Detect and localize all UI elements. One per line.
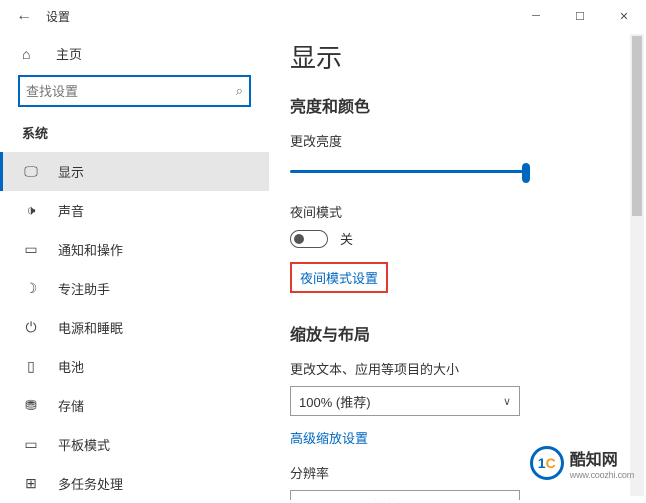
sidebar-item-label: 电池 <box>58 357 84 376</box>
maximize-button[interactable]: ☐ <box>558 0 602 32</box>
toggle-state: 关 <box>340 229 353 248</box>
sidebar-item-label: 存储 <box>58 396 84 415</box>
resolution-select[interactable]: 1366 × 768 (推荐) ∨ <box>290 490 520 500</box>
sidebar-item-multitask[interactable]: ⊞ 多任务处理 <box>0 464 269 503</box>
slider-thumb[interactable] <box>522 163 530 183</box>
window-title: 设置 <box>46 8 70 25</box>
display-icon: 🖵 <box>22 163 40 180</box>
close-button[interactable]: ✕ <box>602 0 646 32</box>
notifications-icon: ▭ <box>22 241 40 258</box>
toggle-knob <box>294 234 304 244</box>
sidebar-item-label: 声音 <box>58 201 84 220</box>
home-icon: ⌂ <box>22 46 38 62</box>
power-icon: ⏻ <box>22 319 40 336</box>
home-link[interactable]: ⌂ 主页 <box>0 36 269 75</box>
brightness-label: 更改亮度 <box>290 131 646 150</box>
night-mode-settings-link[interactable]: 夜间模式设置 <box>300 268 378 287</box>
sidebar-item-tablet[interactable]: ▭ 平板模式 <box>0 425 269 464</box>
scrollbar-thumb[interactable] <box>632 36 642 216</box>
sidebar-item-storage[interactable]: ⛃ 存储 <box>0 386 269 425</box>
sidebar-item-battery[interactable]: ▯ 电池 <box>0 347 269 386</box>
scale-label: 更改文本、应用等项目的大小 <box>290 359 646 378</box>
page-title: 显示 <box>290 38 646 75</box>
brightness-slider[interactable] <box>290 158 530 186</box>
night-mode-toggle[interactable] <box>290 230 328 248</box>
sidebar-item-label: 电源和睡眠 <box>58 318 123 337</box>
night-mode-label: 夜间模式 <box>290 202 646 221</box>
content: 显示 亮度和颜色 更改亮度 夜间模式 关 夜间模式设置 缩放与布局 更改文本、应… <box>270 32 646 500</box>
window-controls: ─ ☐ ✕ <box>514 0 646 32</box>
home-label: 主页 <box>56 44 82 63</box>
storage-icon: ⛃ <box>22 397 40 414</box>
sidebar-item-notifications[interactable]: ▭ 通知和操作 <box>0 230 269 269</box>
tablet-icon: ▭ <box>22 436 40 453</box>
focus-icon: ☽ <box>22 280 40 297</box>
search-icon: ⌕ <box>236 83 243 99</box>
slider-track <box>290 170 530 173</box>
section-scale: 缩放与布局 <box>290 321 646 345</box>
sound-icon: 🕩 <box>22 202 40 219</box>
resolution-label: 分辨率 <box>290 463 646 482</box>
titlebar: ← 设置 ─ ☐ ✕ <box>0 0 646 32</box>
back-button[interactable]: ← <box>8 7 40 25</box>
sidebar-item-sound[interactable]: 🕩 声音 <box>0 191 269 230</box>
sidebar-item-power[interactable]: ⏻ 电源和睡眠 <box>0 308 269 347</box>
scrollbar[interactable] <box>630 34 644 496</box>
sidebar-item-focus[interactable]: ☽ 专注助手 <box>0 269 269 308</box>
sidebar-item-label: 显示 <box>58 162 84 181</box>
highlight-annotation: 夜间模式设置 <box>290 262 388 293</box>
battery-icon: ▯ <box>22 358 40 375</box>
resolution-value: 1366 × 768 (推荐) <box>299 496 403 501</box>
sidebar-group-title: 系统 <box>0 123 269 152</box>
section-brightness: 亮度和颜色 <box>290 93 646 117</box>
advanced-scale-link[interactable]: 高级缩放设置 <box>290 428 368 447</box>
sidebar: ⌂ 主页 ⌕ 系统 🖵 显示 🕩 声音 ▭ 通知和操作 ☽ 专注助手 ⏻ 电源和… <box>0 32 270 500</box>
search-box[interactable]: ⌕ <box>18 75 251 107</box>
scale-value: 100% (推荐) <box>299 392 371 411</box>
search-input[interactable] <box>26 84 236 99</box>
sidebar-item-label: 多任务处理 <box>58 474 123 493</box>
multitask-icon: ⊞ <box>22 475 40 492</box>
minimize-button[interactable]: ─ <box>514 0 558 32</box>
sidebar-item-label: 专注助手 <box>58 279 110 298</box>
sidebar-item-label: 通知和操作 <box>58 240 123 259</box>
sidebar-item-label: 平板模式 <box>58 435 110 454</box>
scale-select[interactable]: 100% (推荐) ∨ <box>290 386 520 416</box>
chevron-down-icon: ∨ <box>503 395 511 408</box>
sidebar-item-display[interactable]: 🖵 显示 <box>0 152 269 191</box>
